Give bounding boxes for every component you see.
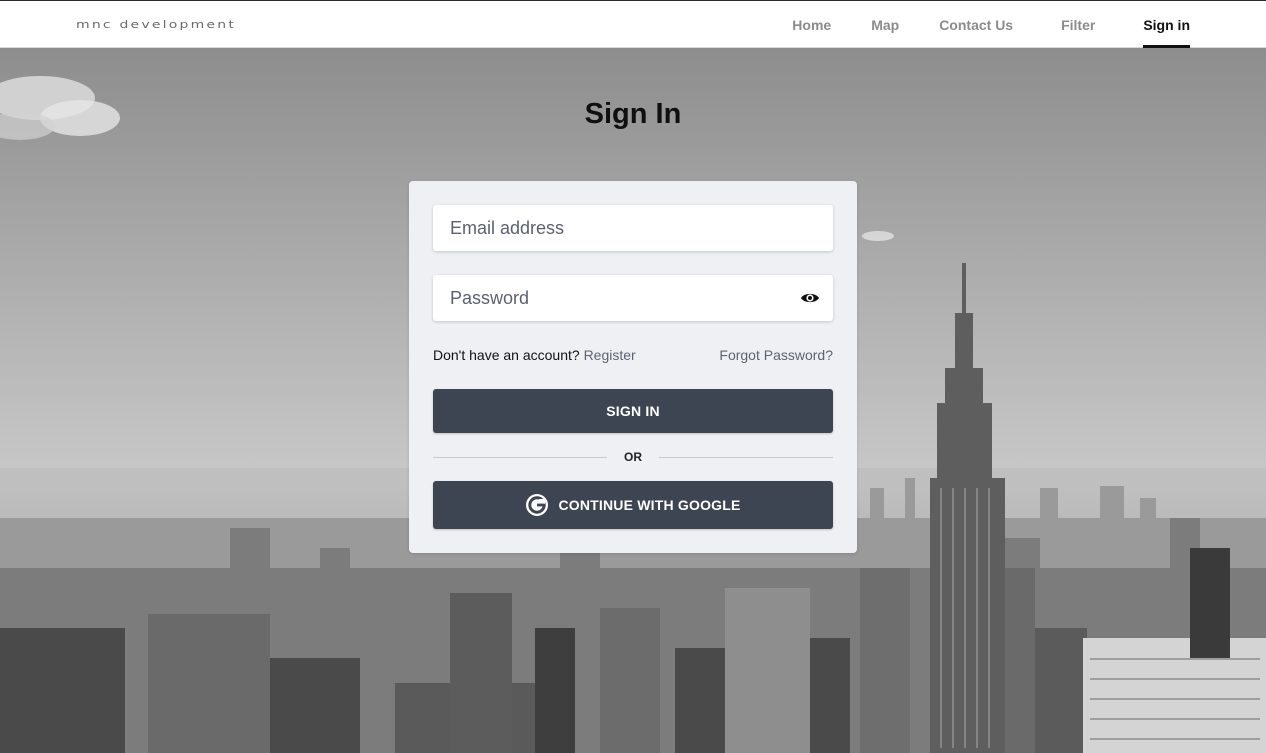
google-icon: [526, 494, 549, 516]
nav-links: Home Map Contact Us Filter Sign in: [792, 1, 1190, 48]
brand-logo[interactable]: mnc development: [76, 19, 236, 31]
page-title: Sign In: [584, 98, 682, 130]
sign-in-button[interactable]: SIGN IN: [433, 389, 833, 433]
or-divider: OR: [433, 449, 833, 467]
divider-line-right: [659, 457, 833, 458]
forgot-password-link[interactable]: Forgot Password?: [719, 347, 833, 363]
continue-with-google-button[interactable]: CONTINUE WITH GOOGLE: [433, 481, 833, 529]
top-navbar: mnc development Home Map Contact Us Filt…: [0, 0, 1266, 48]
email-field-container: [433, 205, 833, 251]
nav-item-home[interactable]: Home: [792, 1, 831, 48]
eye-icon[interactable]: [800, 288, 820, 308]
register-link[interactable]: Register: [584, 347, 636, 363]
no-account-text: Don't have an account?: [433, 347, 580, 363]
signin-card: Don't have an account? Register Forgot P…: [409, 181, 857, 553]
no-account-prompt: Don't have an account? Register: [433, 347, 636, 363]
nav-item-map[interactable]: Map: [871, 1, 899, 48]
account-links-row: Don't have an account? Register Forgot P…: [433, 347, 833, 365]
nav-item-contact-us[interactable]: Contact Us: [939, 1, 1013, 48]
email-input[interactable]: [433, 205, 833, 251]
password-input[interactable]: [433, 275, 833, 321]
google-button-label: CONTINUE WITH GOOGLE: [558, 497, 741, 513]
nav-item-filter[interactable]: Filter: [1061, 1, 1095, 48]
password-field-container: [433, 275, 833, 321]
nav-item-sign-in[interactable]: Sign in: [1143, 1, 1190, 48]
